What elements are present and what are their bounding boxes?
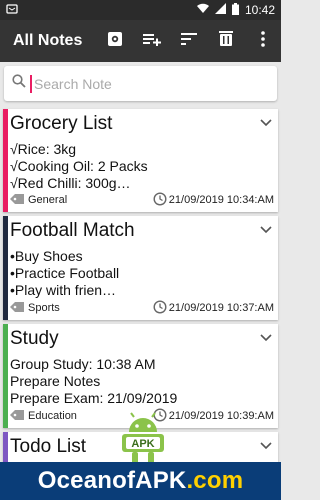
clock-icon (153, 299, 167, 317)
tag-icon (10, 193, 24, 208)
note-title: Grocery List (10, 113, 113, 134)
chevron-down-icon (260, 329, 272, 346)
status-bar: 10:42 (0, 0, 281, 20)
note-footer: Sports 21/09/2019 10:37:AM (10, 299, 274, 317)
note-category: Education (28, 410, 77, 422)
wifi-icon (196, 3, 209, 17)
note-title: Football Match (10, 220, 135, 241)
note-timestamp: 21/09/2019 10:39:AM (168, 410, 274, 422)
note-line: Group Study: 10:38 AM (10, 356, 156, 372)
clock-icon (153, 191, 167, 209)
note-color-strip (3, 324, 8, 428)
note-category: Sports (28, 302, 60, 314)
note-line: •Play with frien… (10, 282, 117, 298)
sort-button[interactable] (170, 20, 207, 62)
settings-icon (107, 31, 123, 52)
page-title: All Notes (13, 32, 83, 49)
expand-button[interactable] (260, 329, 272, 347)
search-input[interactable] (30, 74, 250, 93)
note-category: General (28, 194, 68, 206)
note-line: •Practice Football (10, 265, 120, 281)
chevron-down-icon (260, 437, 272, 454)
note-title: Study (10, 328, 59, 349)
note-body: Group Study: 10:38 AM Prepare Notes Prep… (10, 356, 177, 407)
app-bar: All Notes (0, 20, 281, 62)
signal-icon (214, 3, 226, 17)
expand-button[interactable] (260, 221, 272, 239)
note-color-strip (3, 216, 8, 320)
note-card[interactable]: Football Match •Buy Shoes •Practice Foot… (3, 216, 278, 320)
note-line: √Red Chilli: 300g… (10, 175, 131, 191)
note-footer: General 21/09/2019 10:34:AM (10, 191, 274, 209)
tag-icon (10, 301, 24, 316)
note-timestamp: 21/09/2019 10:37:AM (168, 302, 274, 314)
search-area (0, 62, 281, 106)
note-line: •Buy Shoes (10, 248, 83, 264)
sort-icon (180, 32, 197, 50)
note-body: •Buy Shoes •Practice Football •Play with… (10, 248, 119, 299)
expand-button[interactable] (260, 437, 272, 455)
expand-button[interactable] (260, 114, 272, 132)
chevron-down-icon (260, 114, 272, 131)
search-icon (12, 74, 26, 93)
android-logo: APK (120, 410, 166, 466)
watermark-text: OceanofAPK (37, 467, 187, 494)
note-line: √Cooking Oil: 2 Packs (10, 158, 148, 174)
note-title: Todo List (10, 436, 87, 457)
note-line: √Rice: 3kg (10, 141, 77, 157)
note-timestamp: 21/09/2019 10:34:AM (168, 194, 274, 206)
watermark-banner: OceanofAPK .com (0, 462, 281, 500)
delete-icon (218, 31, 234, 51)
note-line: Prepare Exam: 21/09/2019 (10, 390, 178, 406)
more-icon (260, 30, 265, 52)
note-body: √Rice: 3kg √Cooking Oil: 2 Packs √Red Ch… (10, 141, 148, 192)
add-note-icon (142, 32, 161, 51)
chevron-down-icon (260, 221, 272, 238)
note-card[interactable]: Grocery List √Rice: 3kg √Cooking Oil: 2 … (3, 109, 278, 212)
add-note-button[interactable] (133, 20, 170, 62)
logo-text: APK (131, 438, 154, 450)
more-options-button[interactable] (244, 20, 281, 62)
notification-icon (6, 3, 18, 18)
delete-button[interactable] (207, 20, 244, 62)
search-box (4, 66, 277, 101)
note-color-strip (3, 109, 8, 212)
settings-button[interactable] (96, 20, 133, 62)
clock-time: 10:42 (244, 3, 275, 17)
battery-icon (231, 2, 239, 18)
watermark-domain: .com (186, 467, 244, 494)
tag-icon (10, 409, 24, 424)
note-line: Prepare Notes (10, 373, 101, 389)
